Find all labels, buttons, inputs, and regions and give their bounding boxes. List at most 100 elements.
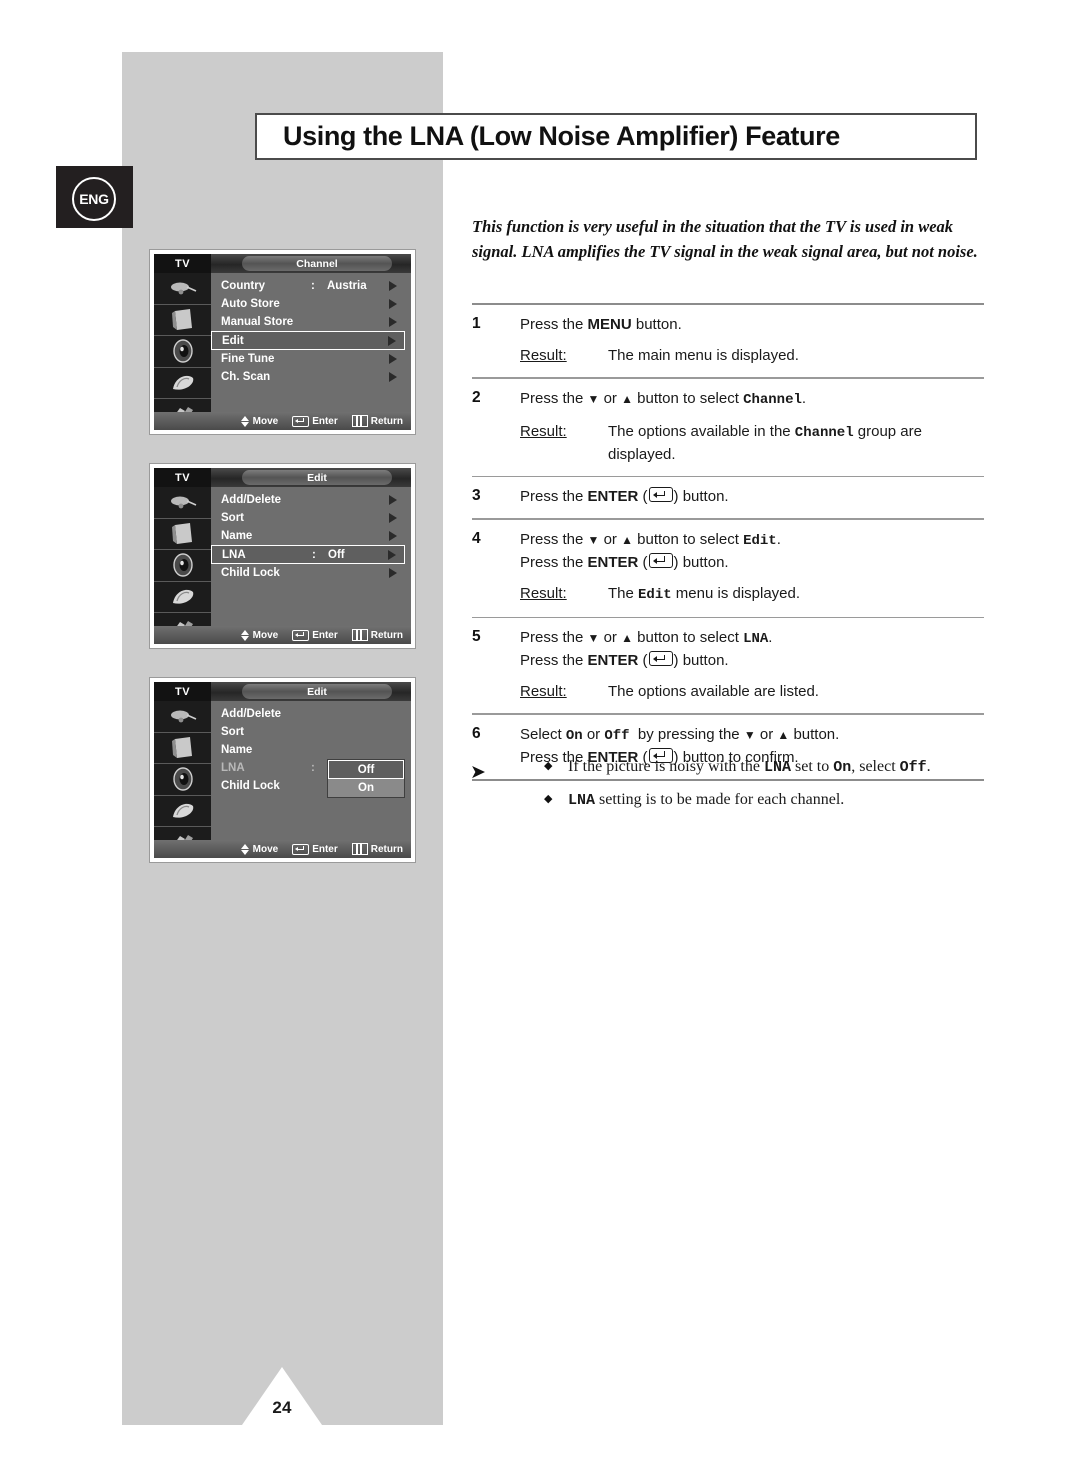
osd-body: Country : Austria Auto Store Manual Stor… <box>211 273 411 430</box>
osd-row-fine-tune[interactable]: Fine Tune <box>211 350 411 368</box>
step-text: Select On or Off by pressing the ▼ or ▲ … <box>520 725 840 744</box>
osd-row-auto-store[interactable]: Auto Store <box>211 295 411 313</box>
osd-row-add-delete[interactable]: Add/Delete <box>211 705 411 723</box>
osd-footer-move-label: Move <box>252 843 279 855</box>
up-down-arrow-icon <box>240 415 250 427</box>
osd-row-name[interactable]: Name <box>211 741 411 759</box>
osd-row-ch-scan[interactable]: Ch. Scan <box>211 368 411 386</box>
step-number: 4 <box>472 529 481 547</box>
antenna-icon[interactable] <box>154 487 211 519</box>
chevron-right-icon <box>389 299 397 309</box>
result-text: The main menu is displayed. <box>608 347 799 364</box>
chevron-right-icon <box>389 281 397 291</box>
osd-icon-sidebar <box>154 273 211 430</box>
enter-button-ref: ENTER <box>587 652 639 669</box>
step-text: Press the ENTER () button. <box>520 487 729 505</box>
tv-set-icon[interactable] <box>154 733 211 765</box>
osd-row-colon: : <box>311 280 315 292</box>
antenna-icon[interactable] <box>154 273 211 305</box>
result-label: Result: <box>520 347 567 364</box>
lna-ref: LNA <box>743 631 769 647</box>
chevron-right-icon <box>388 335 396 346</box>
osd-row-edit[interactable]: Edit <box>211 331 405 350</box>
menu-return-icon <box>351 415 368 427</box>
osd-footer-enter-label: Enter <box>312 415 338 427</box>
osd-tv-label: TV <box>154 682 211 701</box>
osd-row-country[interactable]: Country : Austria <box>211 277 411 295</box>
antenna-icon[interactable] <box>154 701 211 733</box>
step-number: 2 <box>472 388 481 406</box>
step-text: Press the MENU button. <box>520 316 682 333</box>
up-down-arrow-icon <box>240 843 250 855</box>
osd-row-child-lock[interactable]: Child Lock <box>211 564 411 582</box>
osd-footer-move: Move <box>240 843 279 855</box>
result-label: Result: <box>520 584 567 602</box>
page-title-box: Using the LNA (Low Noise Amplifier) Feat… <box>255 113 977 160</box>
lna-option-off[interactable]: Off <box>328 760 404 779</box>
step-text: Press the ▼ or ▲ button to select Channe… <box>520 389 807 408</box>
enter-key-icon <box>648 651 673 666</box>
off-ref: Off <box>899 759 927 776</box>
osd-row-label: Add/Delete <box>221 708 282 720</box>
on-ref: On <box>833 759 852 776</box>
osd-footer-enter-label: Enter <box>312 629 338 641</box>
on-ref: On <box>565 727 583 744</box>
osd-row-label: Child Lock <box>221 567 280 579</box>
note-item: ◆ LNA setting is to be made for each cha… <box>470 788 985 812</box>
feature-icon[interactable] <box>154 796 211 828</box>
osd-row-label: Name <box>221 744 253 756</box>
osd-row-sort[interactable]: Sort <box>211 509 411 527</box>
step-body: Press the ▼ or ▲ button to select LNA. P… <box>520 627 984 702</box>
note-text: If the picture is noisy with the LNA set… <box>568 758 931 776</box>
osd-footer-return-label: Return <box>370 843 403 855</box>
tv-set-icon[interactable] <box>154 519 211 551</box>
osd-row-label: Child Lock <box>221 780 280 792</box>
result-row: Result: The options available in the Cha… <box>520 421 984 465</box>
tv-set-icon[interactable] <box>154 305 211 337</box>
chevron-right-icon <box>389 568 397 578</box>
step-1: 1 Press the MENU button. Result: The mai… <box>472 305 984 377</box>
lna-option-dropdown[interactable]: Off On <box>327 759 405 798</box>
menu-return-icon <box>351 843 368 855</box>
osd-tv-label: TV <box>154 468 211 487</box>
result-row: Result: The options available are listed… <box>520 681 984 702</box>
step-2: 2 Press the ▼ or ▲ button to select Chan… <box>472 379 984 476</box>
osd-footer-return: Return <box>351 629 403 641</box>
osd-row-manual-store[interactable]: Manual Store <box>211 313 411 331</box>
osd-footer-return: Return <box>351 415 403 427</box>
off-ref: Off <box>604 727 630 744</box>
osd-footer-move: Move <box>240 415 278 427</box>
note-text: LNA setting is to be made for each chann… <box>568 791 845 809</box>
osd-row-label: Sort <box>221 512 244 524</box>
osd-row-label: Edit <box>222 334 244 347</box>
chevron-right-icon <box>389 495 397 505</box>
lna-option-on[interactable]: On <box>328 779 404 797</box>
osd-row-lna[interactable]: LNA : Off <box>211 545 405 564</box>
chevron-right-icon <box>388 549 396 560</box>
speaker-icon[interactable] <box>154 550 211 582</box>
step-text: Press the ENTER () button. <box>520 552 729 571</box>
step-text: Press the ENTER () button. <box>520 651 729 669</box>
step-number: 1 <box>472 315 481 332</box>
osd-tv-label: TV <box>154 254 211 273</box>
up-arrow-icon: ▲ <box>621 532 633 547</box>
speaker-icon[interactable] <box>154 764 211 796</box>
osd-item-list: Country : Austria Auto Store Manual Stor… <box>211 277 411 386</box>
osd-footer-enter-label: Enter <box>312 843 338 855</box>
bullet-icon: ◆ <box>544 793 553 805</box>
osd-row-add-delete[interactable]: Add/Delete <box>211 491 411 509</box>
osd-screenshot-edit-dropdown: TV Edit Add/Delete Sort Name LNA: Child… <box>149 677 416 863</box>
osd-item-list: Add/Delete Sort Name LNA : Off Child Loc… <box>211 491 411 582</box>
speaker-icon[interactable] <box>154 336 211 368</box>
menu-return-icon <box>351 629 368 641</box>
osd-row-value: Off <box>328 548 345 561</box>
osd-row-name[interactable]: Name <box>211 527 411 545</box>
menu-button-ref: MENU <box>587 316 632 333</box>
feature-icon[interactable] <box>154 368 211 400</box>
osd-row-sort[interactable]: Sort <box>211 723 411 741</box>
osd-footer: Move Enter Return <box>154 626 411 644</box>
step-text: Press the ▼ or ▲ button to select LNA. <box>520 629 773 647</box>
feature-icon[interactable] <box>154 582 211 614</box>
step-5: 5 Press the ▼ or ▲ button to select LNA.… <box>472 618 984 713</box>
enter-key-icon <box>292 415 310 427</box>
